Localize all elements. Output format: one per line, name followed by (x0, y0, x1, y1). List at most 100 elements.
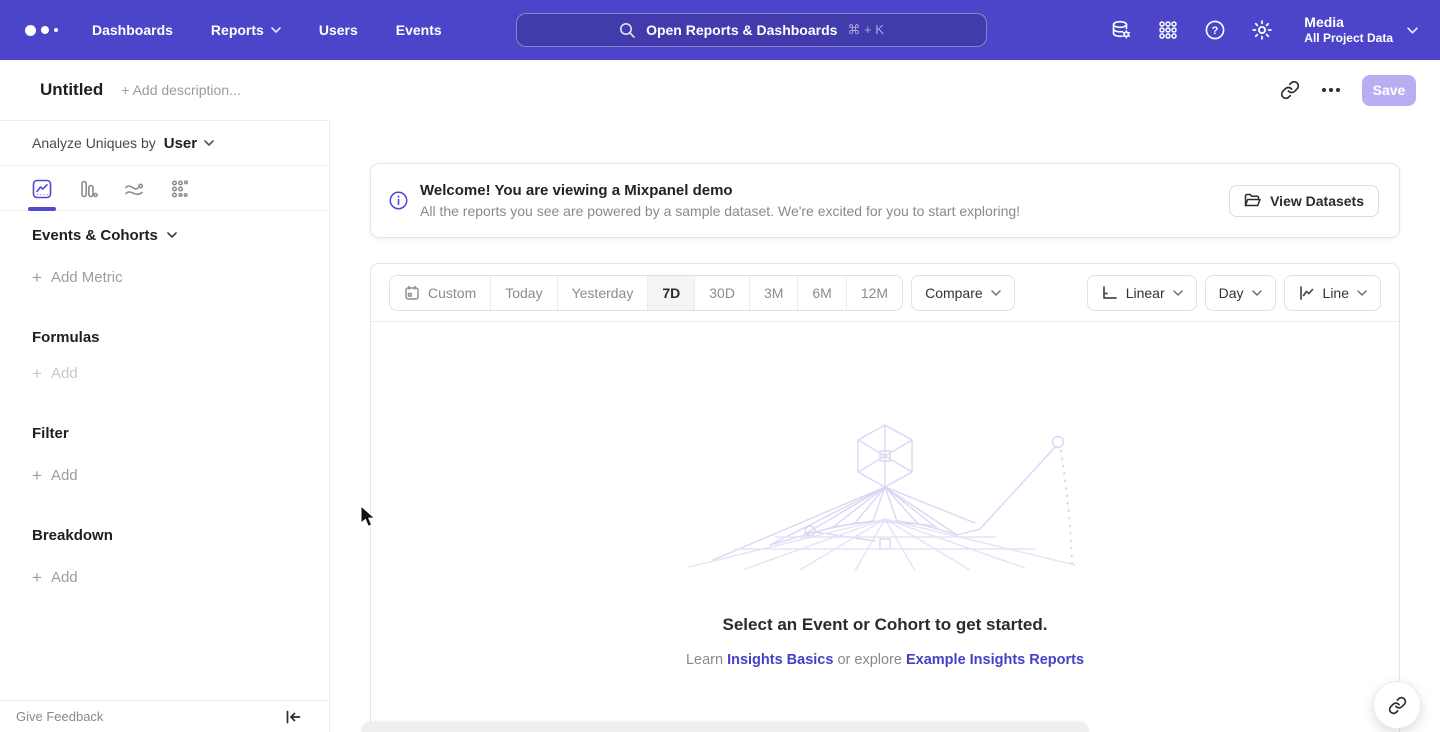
chevron-down-icon (1407, 27, 1418, 34)
add-description-button[interactable]: + Add description... (121, 82, 240, 98)
apps-grid-icon (1156, 18, 1180, 42)
bottom-panel-edge[interactable] (361, 722, 1089, 732)
query-builder-sidebar: Analyze Uniques by User (0, 120, 330, 732)
add-breakdown-button[interactable]: + Add (32, 563, 78, 591)
global-search[interactable]: Open Reports & Dashboards ⌘ + K (516, 13, 987, 47)
banner-texts: Welcome! You are viewing a Mixpanel demo… (420, 182, 1020, 219)
more-options-button[interactable] (1322, 88, 1340, 92)
nav-item-reports[interactable]: Reports (211, 14, 281, 46)
report-header-actions: Save (1280, 60, 1416, 120)
breakdown-section-header: Breakdown (32, 521, 113, 549)
analyze-row: Analyze Uniques by User (0, 121, 329, 166)
tab-flows[interactable] (122, 167, 146, 211)
scale-label: Linear (1126, 285, 1165, 301)
scale-dropdown[interactable]: Linear (1087, 275, 1197, 311)
search-icon (619, 22, 636, 39)
chevron-down-icon (1173, 290, 1183, 296)
plus-icon: + (32, 569, 42, 586)
save-button[interactable]: Save (1362, 75, 1416, 106)
nav-item-label: Users (319, 22, 358, 38)
date-range-control: Custom Today Yesterday 7D 30D 3M 6M 12M (389, 275, 903, 311)
flows-tab-icon (123, 178, 145, 200)
help-icon: ? (1203, 18, 1227, 42)
link-icon (1280, 80, 1300, 100)
interval-dropdown[interactable]: Day (1205, 275, 1276, 311)
tab-insights-line[interactable] (30, 167, 54, 211)
analyze-by-dropdown[interactable]: User (164, 135, 214, 152)
date-range-today[interactable]: Today (490, 276, 556, 310)
plus-icon: + (32, 365, 42, 382)
copy-link-button[interactable] (1280, 80, 1300, 100)
project-name: Media (1304, 14, 1393, 32)
filter-label: Filter (32, 425, 69, 442)
nav-item-events[interactable]: Events (396, 14, 442, 46)
chart-controls: Custom Today Yesterday 7D 30D 3M 6M 12M … (371, 264, 1399, 322)
chevron-down-icon (1357, 290, 1367, 296)
project-info: Media All Project Data (1304, 14, 1393, 47)
compare-dropdown[interactable]: Compare (911, 275, 1015, 311)
mixpanel-logo[interactable] (25, 25, 58, 36)
date-range-7d[interactable]: 7D (647, 276, 694, 310)
logo-dot (41, 26, 49, 34)
chart-display-controls: Linear Day Line (1087, 275, 1381, 311)
date-range-6m[interactable]: 6M (797, 276, 845, 310)
tab-metrics-grid[interactable] (168, 167, 192, 211)
help-button[interactable]: ? (1202, 17, 1228, 43)
date-range-label: 6M (812, 285, 831, 301)
chevron-down-icon (271, 27, 281, 33)
nav-item-dashboards[interactable]: Dashboards (92, 14, 173, 46)
add-formula-label: Add (51, 365, 78, 382)
plus-icon: + (32, 269, 42, 286)
add-metric-button[interactable]: + Add Metric (32, 263, 123, 291)
database-gear-icon (1109, 18, 1133, 42)
report-title[interactable]: Untitled (40, 80, 103, 100)
date-range-label: 7D (662, 285, 680, 301)
axes-icon (1101, 285, 1118, 301)
middle-text: or explore (837, 652, 901, 668)
events-cohorts-header[interactable]: Events & Cohorts (32, 221, 177, 249)
add-filter-button[interactable]: + Add (32, 461, 78, 489)
date-range-label: 12M (861, 285, 888, 301)
add-metric-label: Add Metric (51, 269, 123, 286)
apps-grid-button[interactable] (1155, 17, 1181, 43)
welcome-banner: Welcome! You are viewing a Mixpanel demo… (370, 163, 1400, 238)
formulas-label: Formulas (32, 329, 100, 346)
chart-type-label: Line (1323, 285, 1349, 301)
report-header: Untitled + Add description... Save (0, 60, 1440, 120)
analyze-value-label: User (164, 135, 197, 152)
chevron-down-icon (167, 232, 177, 238)
give-feedback-link[interactable]: Give Feedback (16, 709, 103, 724)
search-shortcut: ⌘ + K (847, 22, 884, 38)
insights-basics-link[interactable]: Insights Basics (727, 652, 833, 668)
visualization-tabs (0, 167, 329, 211)
date-range-30d[interactable]: 30D (694, 276, 749, 310)
learn-prefix: Learn (686, 652, 723, 668)
date-range-yesterday[interactable]: Yesterday (557, 276, 648, 310)
metrics-grid-tab-icon (169, 178, 191, 200)
date-range-custom[interactable]: Custom (390, 276, 490, 310)
collapse-sidebar-button[interactable] (285, 710, 301, 724)
tab-bar-chart[interactable] (76, 167, 100, 211)
project-switcher[interactable]: Media All Project Data (1304, 14, 1418, 47)
info-icon (389, 191, 408, 210)
nav-item-label: Events (396, 22, 442, 38)
chart-type-dropdown[interactable]: Line (1284, 275, 1381, 311)
chevron-down-icon (991, 290, 1001, 296)
sidebar-footer: Give Feedback (0, 700, 329, 732)
add-formula-button[interactable]: + Add (32, 359, 78, 387)
date-range-3m[interactable]: 3M (749, 276, 797, 310)
share-link-fab[interactable] (1373, 681, 1421, 729)
logo-dot (54, 28, 58, 32)
nav-item-users[interactable]: Users (319, 14, 358, 46)
calendar-icon (404, 285, 420, 301)
example-reports-link[interactable]: Example Insights Reports (906, 652, 1084, 668)
data-management-button[interactable] (1108, 17, 1134, 43)
view-datasets-button[interactable]: View Datasets (1229, 185, 1379, 217)
compare-label: Compare (925, 285, 983, 301)
banner-subtitle: All the reports you see are powered by a… (420, 203, 1020, 219)
link-icon (1388, 696, 1407, 715)
nav-item-label: Dashboards (92, 22, 173, 38)
date-range-12m[interactable]: 12M (846, 276, 902, 310)
settings-button[interactable] (1249, 17, 1275, 43)
logo-dot (25, 25, 36, 36)
